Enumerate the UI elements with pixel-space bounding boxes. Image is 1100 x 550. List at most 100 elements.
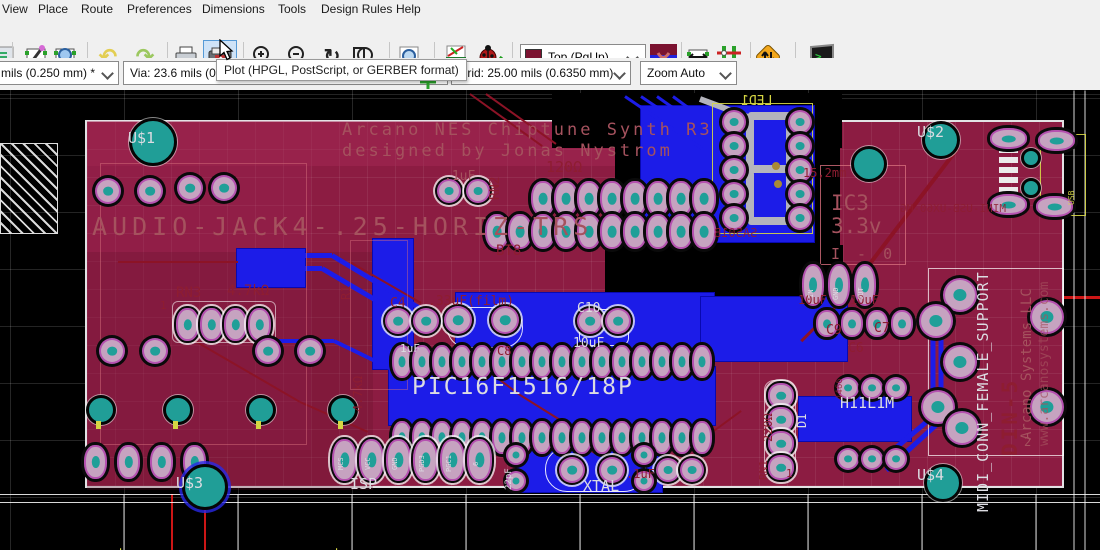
menu-route[interactable]: Route: [81, 1, 113, 17]
mouse-cursor: [219, 39, 235, 61]
board-label: GND: [833, 287, 840, 300]
board-label: OUT: [858, 287, 865, 300]
pad: [724, 112, 744, 132]
board-label: SA501B: [714, 227, 757, 239]
pad: [213, 177, 235, 199]
track-width-select[interactable]: mils (0.250 mm) *: [0, 61, 119, 85]
pad: [634, 347, 650, 376]
pad: [250, 310, 269, 339]
trace: [808, 494, 809, 550]
mounting-hole: [1021, 178, 1041, 198]
board-label: 22pF: [505, 468, 514, 490]
pad: [1040, 132, 1073, 149]
pad: [625, 183, 645, 214]
menu-help[interactable]: Help: [396, 1, 421, 17]
trace: [922, 494, 923, 550]
pad: [602, 216, 622, 247]
pad: [893, 312, 911, 335]
pad: [921, 306, 951, 336]
pad: [923, 392, 953, 422]
board-label: RN2: [489, 177, 502, 200]
pad-marker: [173, 421, 178, 429]
board-label: XTAL: [583, 479, 619, 494]
board-label: DIN-5: [1000, 378, 1021, 456]
pad: [887, 450, 905, 468]
trace: [466, 494, 467, 550]
board-label: VCC: [365, 457, 372, 470]
board-label: C8: [497, 345, 511, 357]
pad: [790, 184, 810, 204]
mounting-hole: [86, 395, 116, 425]
pad: [387, 310, 409, 332]
board-label: 1uF: [400, 343, 420, 354]
board-label: U$2: [917, 125, 944, 140]
menu-dimensions[interactable]: Dimensions: [202, 1, 265, 17]
board-label: IN: [808, 290, 815, 298]
board-label: designed by Jonas Nystrom: [342, 143, 673, 160]
seven-segment-bar: [748, 165, 792, 173]
menu-tools[interactable]: Tools: [278, 1, 306, 17]
pad: [770, 385, 792, 406]
main-toolbar: ↶ ↷ ↻ NET Top (PgUp): [0, 18, 1100, 59]
pad: [625, 216, 645, 247]
grid-select[interactable]: Grid: 25.00 mils (0.6350 mm): [451, 61, 631, 85]
pad: [178, 310, 197, 339]
chevron-down-icon: [101, 67, 114, 80]
menu-preferences[interactable]: Preferences: [127, 1, 192, 17]
pad: [533, 183, 553, 214]
pad: [654, 347, 670, 376]
pad: [101, 340, 123, 362]
pad: [554, 347, 570, 376]
zoom-select[interactable]: Zoom Auto: [640, 61, 737, 85]
pad: [434, 347, 450, 376]
chevron-down-icon: [613, 67, 626, 80]
pad: [469, 441, 490, 479]
pad: [602, 183, 622, 214]
board-label: www.arcanosystems.com: [1038, 282, 1051, 446]
menu-place[interactable]: Place: [38, 1, 68, 17]
pad: [724, 184, 744, 204]
pad: [947, 413, 977, 443]
pcb-canvas[interactable]: Arcano NES Chiptune Synth R3 designed by …: [0, 90, 1100, 550]
pad: [226, 310, 245, 339]
board-label: .1uF: [444, 170, 475, 183]
trace: [694, 494, 695, 550]
board-label: MCS: [338, 457, 345, 470]
plot-tooltip-text: Plot (HPGL, PostScript, or GERBER format…: [224, 63, 459, 77]
board-label: C6: [848, 342, 864, 355]
board-label: ISP: [350, 477, 377, 492]
trace: [238, 494, 239, 550]
pad: [202, 310, 221, 339]
pad: [594, 423, 610, 452]
pad: [574, 347, 590, 376]
pad: [658, 460, 678, 480]
mounting-hole: [246, 395, 276, 425]
pcbnew-window: View Place Route Preferences Dimensions Tools…: [0, 0, 1100, 550]
pad: [671, 216, 691, 247]
board-label: MINI-USB-UX60-MG: [900, 203, 1006, 214]
pad: [152, 447, 171, 477]
board-label: H11L1M: [840, 396, 894, 411]
pad: [614, 423, 630, 452]
board-label: 1: [786, 468, 793, 479]
menu-view[interactable]: View: [2, 1, 28, 17]
pad: [574, 423, 590, 452]
board-label: 1: [160, 300, 167, 311]
menu-design-rules[interactable]: Design Rules: [321, 1, 392, 17]
pad: [790, 208, 810, 228]
pad: [534, 347, 550, 376]
pad: [579, 183, 599, 214]
pad: [508, 447, 524, 463]
trace: [124, 494, 125, 550]
board-label: 15,2mm: [803, 167, 846, 179]
pad: [843, 312, 861, 335]
trace: [1036, 494, 1037, 550]
pad: [257, 340, 279, 362]
board-label: PGD3: [419, 455, 426, 472]
pad-marker: [338, 421, 343, 429]
pad: [299, 340, 321, 362]
pad: [839, 450, 857, 468]
board-label: MIDI_CONN_FEMALE_SUPPORT: [976, 271, 991, 512]
board-label: Arcano NES Chiptune Synth R3: [342, 122, 713, 139]
pad: [636, 447, 652, 463]
